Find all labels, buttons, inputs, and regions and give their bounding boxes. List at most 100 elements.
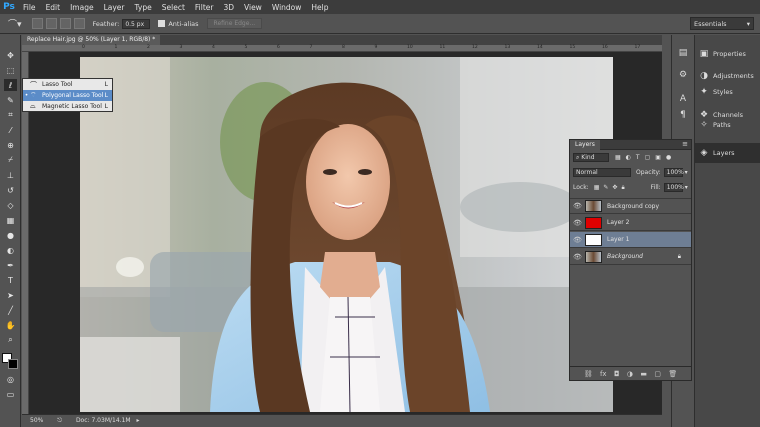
type-tool-icon[interactable]: T — [4, 274, 17, 286]
tab-layers[interactable]: Layers — [570, 140, 600, 150]
new-layer-icon[interactable]: ▢ — [654, 370, 661, 378]
layer-row-layer-2[interactable]: 👁︎ Layer 2 — [570, 215, 691, 231]
marquee-tool-icon[interactable]: ⬚ — [4, 64, 17, 76]
screen-mode-icon[interactable]: ▭ — [4, 388, 17, 400]
tool-preset-icon[interactable]: ⌒▾ — [8, 17, 22, 30]
gradient-tool-icon[interactable]: ▦ — [4, 214, 17, 226]
filter-kind-select[interactable]: ⌕ Kind — [573, 153, 609, 162]
layer-row-layer-1[interactable]: 👁︎ Layer 1 — [570, 232, 691, 248]
blur-tool-icon[interactable]: ● — [4, 229, 17, 241]
dock-item-styles[interactable]: ✦ Styles — [695, 82, 760, 102]
lock-image-icon[interactable]: ✎ — [603, 184, 608, 191]
menu-help[interactable]: Help — [306, 3, 333, 12]
menu-edit[interactable]: Edit — [41, 3, 66, 12]
dock-item-label: Paths — [713, 121, 731, 129]
layer-style-icon[interactable]: fx — [600, 370, 607, 378]
pen-tool-icon[interactable]: ✒ — [4, 259, 17, 271]
flyout-item-magnetic-lasso[interactable]: ⌓ Magnetic Lasso Tool L — [23, 101, 112, 112]
menu-type[interactable]: Type — [130, 3, 157, 12]
menu-select[interactable]: Select — [157, 3, 190, 12]
eye-icon[interactable]: 👁︎ — [570, 219, 585, 227]
opacity-input[interactable]: 100% — [663, 168, 684, 177]
ruler-tick-label: 0 — [82, 45, 85, 50]
layer-name: Background — [607, 253, 643, 260]
clone-stamp-tool-icon[interactable]: ⊥ — [4, 169, 17, 181]
zoom-level[interactable]: 50% — [30, 417, 43, 424]
menu-view[interactable]: View — [239, 3, 267, 12]
zoom-tool-icon[interactable]: ⌕ — [4, 334, 17, 346]
add-selection-button[interactable] — [45, 18, 57, 29]
menu-file[interactable]: File — [18, 3, 41, 12]
history-brush-tool-icon[interactable]: ↺ — [4, 184, 17, 196]
antialias-checkbox[interactable] — [158, 20, 166, 27]
lock-row: Lock: ▦ ✎ ✥ 🔒︎ Fill: 100% ▾ — [573, 183, 688, 192]
delete-layer-icon[interactable]: 🗑︎ — [668, 370, 677, 378]
filter-pixel-icon[interactable]: ▦ — [615, 154, 621, 161]
menu-image[interactable]: Image — [65, 3, 99, 12]
document-tab[interactable]: Replace Hair.jpg @ 50% (Layer 1, RGB/8) … — [22, 35, 160, 53]
share-icon[interactable]: ⎋ — [57, 417, 62, 424]
filter-shape-icon[interactable]: ▢ — [645, 154, 651, 161]
layer-row-background[interactable]: 👁︎ Background 🔒︎ — [570, 249, 691, 265]
lock-all-icon[interactable]: 🔒︎ — [621, 184, 624, 192]
filter-type-icon[interactable]: T — [636, 154, 640, 161]
menu-layer[interactable]: Layer — [99, 3, 130, 12]
dock-item-properties[interactable]: ▣ Properties — [695, 44, 760, 64]
layer-name: Background copy — [607, 202, 660, 210]
refine-edge-button[interactable]: Refine Edge... — [206, 18, 263, 29]
blend-mode-select[interactable]: Normal — [573, 168, 631, 177]
quick-select-tool-icon[interactable]: ✎ — [4, 94, 17, 106]
lasso-tool-icon[interactable]: ℓ — [4, 79, 17, 91]
character-icon[interactable]: A — [677, 93, 689, 105]
ruler-tick-label: 17 — [634, 45, 641, 50]
fill-input[interactable]: 100% — [663, 183, 684, 192]
history-icon[interactable]: ▤ — [677, 47, 689, 59]
menu-3d[interactable]: 3D — [218, 3, 239, 12]
eye-icon[interactable]: 👁︎ — [570, 253, 585, 261]
healing-brush-tool-icon[interactable]: ⊕ — [4, 139, 17, 151]
dodge-tool-icon[interactable]: ◐ — [4, 244, 17, 256]
flyout-item-polygonal-lasso[interactable]: • ⌔ Polygonal Lasso Tool L — [23, 90, 112, 101]
feather-input[interactable]: 0.5 px — [122, 18, 151, 29]
eraser-tool-icon[interactable]: ◇ — [4, 199, 17, 211]
subtract-selection-button[interactable] — [59, 18, 71, 29]
filter-adjustment-icon[interactable]: ◐ — [626, 154, 631, 161]
layer-row-background-copy[interactable]: 👁︎ Background copy — [570, 198, 691, 214]
ruler-tick-label: 11 — [439, 45, 446, 50]
dock-item-paths[interactable]: ✧ Paths — [695, 121, 760, 129]
brush-tool-icon[interactable]: ⌿ — [4, 154, 17, 166]
actions-icon[interactable]: ⚙ — [677, 69, 689, 81]
move-tool-icon[interactable]: ✥ — [4, 49, 17, 61]
dock-item-layers[interactable]: ◈ Layers — [695, 143, 760, 163]
chevron-down-icon[interactable]: ▾ — [685, 169, 688, 176]
add-mask-icon[interactable]: ◘ — [614, 370, 620, 378]
filter-toggle-icon[interactable]: ● — [666, 154, 671, 161]
lock-position-icon[interactable]: ✥ — [612, 184, 617, 191]
eye-icon[interactable]: 👁︎ — [570, 236, 585, 244]
line-tool-icon[interactable]: ╱ — [4, 304, 17, 316]
document-canvas-image[interactable] — [80, 57, 613, 412]
chevron-right-icon[interactable]: ▸ — [136, 417, 139, 424]
menu-filter[interactable]: Filter — [190, 3, 219, 12]
new-group-icon[interactable]: ▬ — [640, 370, 647, 378]
lock-transparent-icon[interactable]: ▦ — [594, 184, 600, 191]
quick-mask-icon[interactable]: ◎ — [4, 373, 17, 385]
link-layers-icon[interactable]: ⛓ — [584, 370, 593, 378]
new-adjustment-icon[interactable]: ◑ — [627, 370, 633, 378]
chevron-down-icon[interactable]: ▾ — [685, 184, 688, 191]
filter-smart-object-icon[interactable]: ▣ — [655, 154, 661, 161]
workspace-select[interactable]: Essentials ▾ — [690, 17, 754, 30]
adjustments-icon: ◑ — [700, 71, 708, 81]
panel-menu-icon[interactable]: ≡ — [682, 140, 688, 148]
path-selection-tool-icon[interactable]: ➤ — [4, 289, 17, 301]
intersect-selection-button[interactable] — [73, 18, 85, 29]
flyout-item-lasso[interactable]: ⌒ Lasso Tool L — [23, 79, 112, 90]
hand-tool-icon[interactable]: ✋ — [4, 319, 17, 331]
crop-tool-icon[interactable]: ⌗ — [4, 109, 17, 121]
eye-icon[interactable]: 👁︎ — [570, 202, 585, 210]
background-color-swatch[interactable] — [8, 359, 18, 369]
menu-window[interactable]: Window — [267, 3, 307, 12]
eyedropper-tool-icon[interactable]: ⁄ — [4, 124, 17, 136]
new-selection-button[interactable] — [31, 18, 43, 29]
paragraph-icon[interactable]: ¶ — [677, 109, 689, 121]
